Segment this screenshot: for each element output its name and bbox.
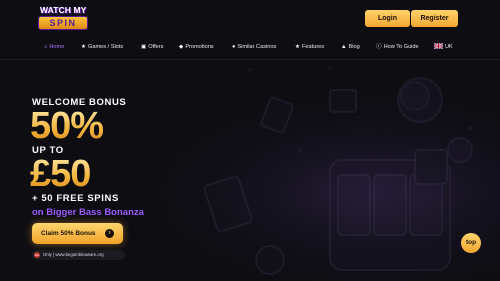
star-icon: ★ — [295, 44, 301, 50]
chevron-right-icon: › — [105, 229, 114, 238]
gamble-aware-disclaimer: 18+ Only | www.begambleaware.org — [32, 250, 125, 260]
bonus-game-text: on Bigger Bass Bonanza — [32, 207, 144, 218]
nav-item-games-slots[interactable]: ★ Games / Slots — [81, 40, 123, 54]
nav-item-similar-casinos[interactable]: ● Similar Casinos — [232, 40, 276, 54]
globe-icon: ● — [232, 44, 236, 50]
info-icon: ⓘ — [376, 44, 382, 50]
header-divider — [0, 59, 500, 60]
nav-item-home[interactable]: ⌂ Home — [44, 40, 64, 54]
nav-item-features[interactable]: ★ Features — [295, 40, 324, 54]
logo-text-top: WATCH MY — [40, 5, 87, 15]
logo-text-bottom: SPIN — [38, 16, 88, 30]
login-button[interactable]: Login — [365, 10, 410, 27]
nav-item-language-uk[interactable]: UK — [434, 40, 453, 54]
uk-flag-icon — [434, 43, 443, 49]
register-button[interactable]: Register — [411, 10, 458, 27]
blog-icon: ▲ — [341, 44, 347, 50]
main-nav: ⌂ Home ★ Games / Slots ▣ Offers ◆ Promotions… — [0, 40, 500, 54]
bonus-percent: 50% — [30, 105, 104, 147]
claim-bonus-button[interactable]: Claim 50% Bonus › — [32, 223, 123, 244]
nav-item-promotions[interactable]: ◆ Promotions — [179, 40, 214, 54]
home-icon: ⌂ — [44, 44, 48, 50]
gift-icon: ◆ — [179, 44, 184, 50]
disclaimer-text: Only | www.begambleaware.org — [43, 252, 104, 257]
claim-bonus-label: Claim 50% Bonus — [41, 230, 96, 237]
nav-item-blog[interactable]: ▲ Blog — [341, 40, 360, 54]
nav-item-how-to-guide[interactable]: ⓘ How To Guide — [376, 40, 419, 54]
site-logo[interactable]: WATCH MY SPIN — [38, 5, 90, 31]
free-spins-text: + 50 FREE SPINS — [32, 193, 119, 204]
bonus-amount: £50 — [30, 153, 91, 195]
site-header: WATCH MY SPIN Login Register ⌂ Home ★ Game… — [0, 0, 500, 60]
age-restriction-icon: 18+ — [34, 252, 40, 258]
nav-item-offers[interactable]: ▣ Offers — [141, 40, 163, 54]
offers-icon: ▣ — [141, 44, 147, 50]
scroll-to-top-button[interactable]: top — [461, 233, 481, 253]
star-icon: ★ — [81, 44, 87, 50]
